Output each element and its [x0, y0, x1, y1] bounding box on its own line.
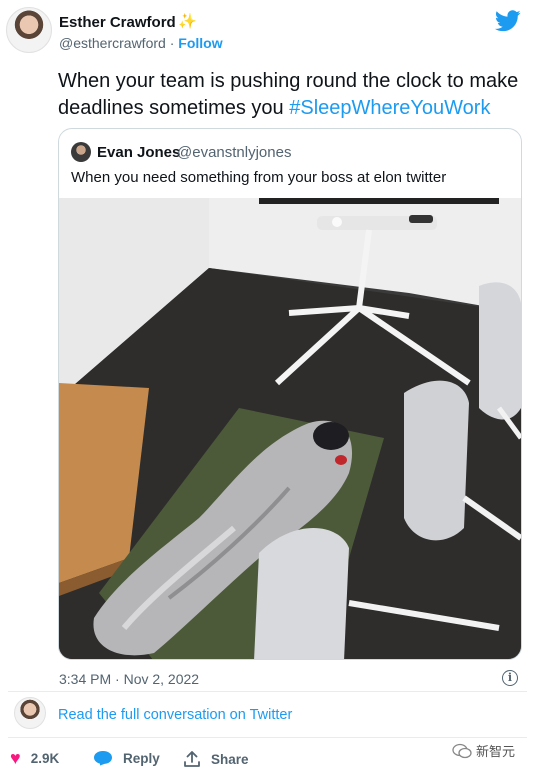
- divider: [8, 691, 527, 692]
- reply-icon: [94, 751, 112, 766]
- follow-link[interactable]: Follow: [178, 35, 222, 51]
- hashtag-link[interactable]: #SleepWhereYouWork: [289, 97, 490, 119]
- author-name[interactable]: Esther Crawford: [59, 14, 176, 31]
- share-label: Share: [211, 751, 249, 767]
- reply-button[interactable]: Reply: [93, 750, 160, 766]
- like-button[interactable]: ♥ 2.9K: [10, 748, 60, 768]
- embedded-tweet: Esther Crawford ✨ @esthercrawford · Foll…: [0, 0, 535, 773]
- info-icon[interactable]: i: [502, 670, 518, 686]
- quoted-tweet-card[interactable]: Evan Jones @evanstnlyjones When you need…: [58, 128, 522, 660]
- sparkle-icon: ✨: [178, 13, 197, 30]
- reply-avatar: [14, 697, 46, 729]
- handle-separator: ·: [165, 35, 179, 51]
- quote-text: When you need something from your boss a…: [71, 169, 447, 186]
- share-button[interactable]: Share: [183, 750, 249, 768]
- watermark-text: 新智元: [476, 744, 516, 759]
- quote-avatar: [71, 142, 91, 162]
- divider: [8, 737, 527, 738]
- reply-label: Reply: [123, 750, 160, 766]
- author-avatar[interactable]: [6, 7, 52, 53]
- author-handle[interactable]: @esthercrawford: [59, 35, 166, 51]
- tweet-timestamp[interactable]: 3:34 PM · Nov 2, 2022: [59, 671, 199, 687]
- tweet-text: When your team is pushing round the cloc…: [58, 68, 528, 122]
- quote-author-handle: @evanstnlyjones: [177, 144, 292, 161]
- read-conversation-link[interactable]: Read the full conversation on Twitter: [58, 707, 292, 723]
- watermark: 新智元: [452, 741, 515, 760]
- heart-icon: ♥: [10, 748, 21, 768]
- quote-photo[interactable]: [59, 198, 522, 660]
- quote-author-name: Evan Jones: [97, 144, 181, 161]
- share-icon: [184, 751, 200, 767]
- wechat-icon: [452, 743, 472, 758]
- author-handle-line: @esthercrawford · Follow: [59, 35, 223, 51]
- like-count: 2.9K: [30, 750, 60, 766]
- twitter-bird-icon[interactable]: [495, 10, 521, 32]
